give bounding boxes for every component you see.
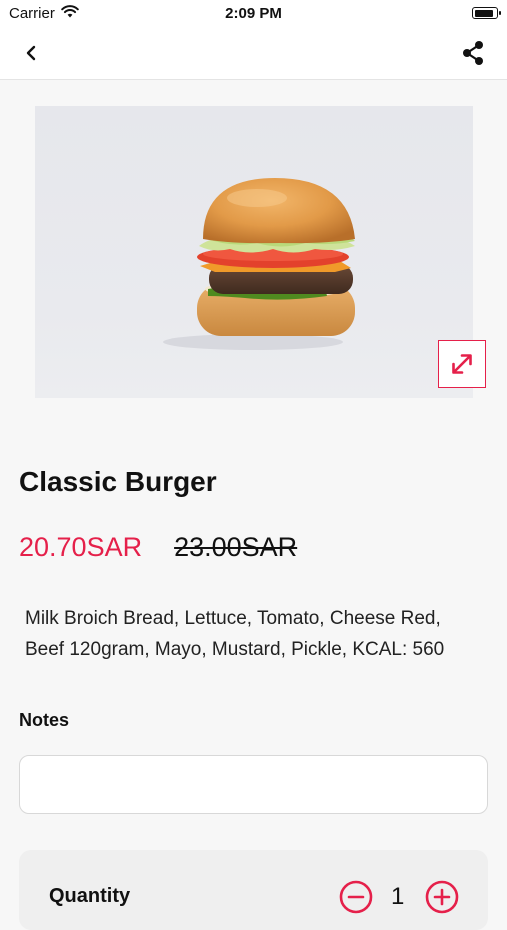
quantity-label: Quantity xyxy=(49,885,131,907)
plus-circle-icon xyxy=(425,880,459,914)
product-image[interactable] xyxy=(35,106,473,398)
expand-icon xyxy=(452,354,472,374)
share-icon xyxy=(463,41,483,65)
original-price: 23.00SAR xyxy=(174,532,298,562)
status-time: 2:09 PM xyxy=(225,5,282,22)
quantity-value: 1 xyxy=(391,883,405,910)
status-bar: Carrier 2:09 PM xyxy=(0,0,507,28)
battery-icon xyxy=(472,7,501,19)
minus-circle-icon xyxy=(339,880,373,914)
product-title: Classic Burger xyxy=(19,466,217,497)
battery-level xyxy=(474,9,493,17)
increase-quantity-button[interactable] xyxy=(425,880,459,914)
chevron-left-icon xyxy=(26,45,36,61)
notes-input[interactable] xyxy=(19,755,488,814)
back-button[interactable] xyxy=(18,40,44,66)
quantity-card: Quantity 1 xyxy=(19,850,488,930)
burger-illustration xyxy=(163,178,355,350)
notes-label: Notes xyxy=(19,710,70,730)
nav-bar xyxy=(0,28,507,80)
decrease-quantity-button[interactable] xyxy=(339,880,373,914)
price-row: 20.70SAR 23.00SAR xyxy=(19,532,297,563)
expand-image-button[interactable] xyxy=(438,340,486,388)
product-description: Milk Broich Bread, Lettuce, Tomato, Chee… xyxy=(25,608,445,660)
share-button[interactable] xyxy=(459,39,487,67)
current-price: 20.70SAR xyxy=(19,532,143,562)
